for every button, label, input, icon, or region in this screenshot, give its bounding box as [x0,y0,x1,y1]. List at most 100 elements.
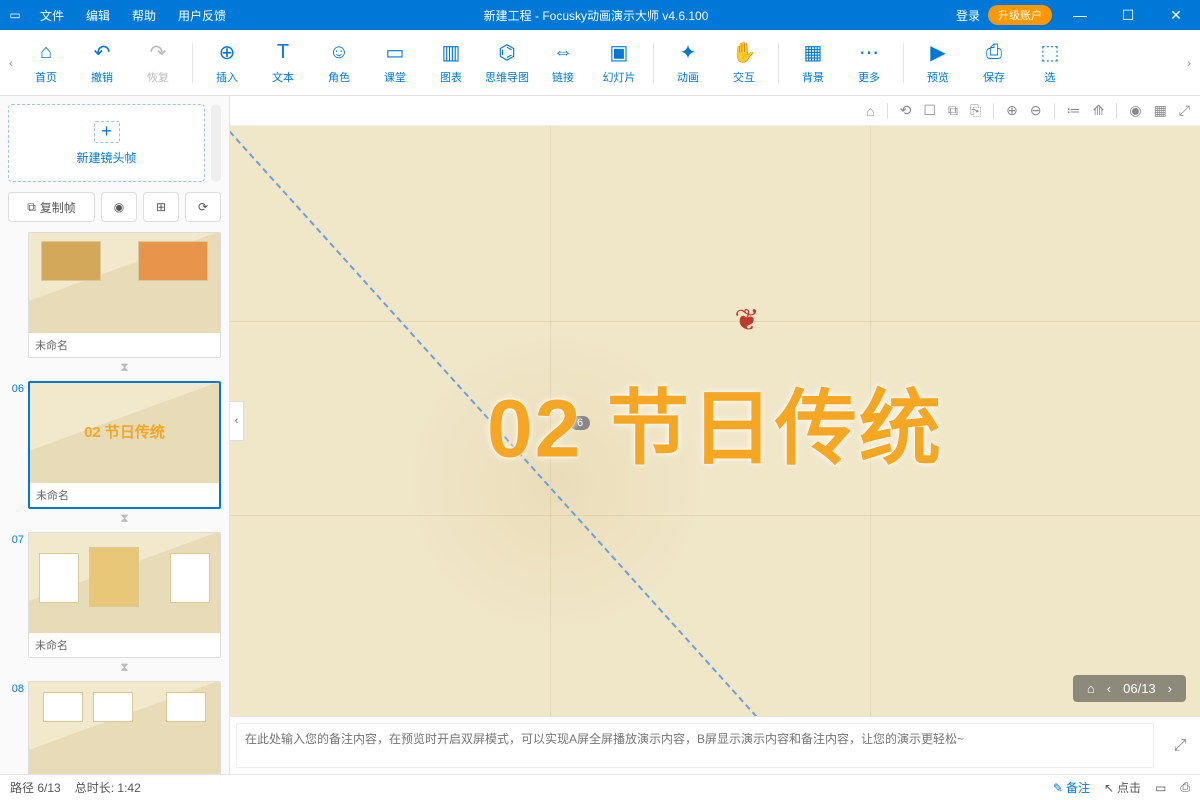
transition-icon[interactable]: ⧗ [28,360,221,375]
minimize-button[interactable]: — [1060,7,1100,23]
thumbnail-0[interactable]: 未命名⧗ [8,232,221,375]
canvas-tool-icon[interactable]: ◉ [1129,102,1141,119]
canvas-tool-icon[interactable]: ⊕ [1006,102,1018,119]
toolbar-scroll-left[interactable]: ‹ [4,56,18,70]
预览-icon: ▶ [930,41,945,65]
canvas-tool-icon[interactable]: ⊖ [1030,102,1042,119]
canvas-tool-icon[interactable]: ⤢ [1179,102,1190,119]
toolbar-图表[interactable]: ▥图表 [423,33,479,93]
thumbnail-list: 未命名⧗0602 节日传统未命名⧗07未命名⧗08未命名 [8,232,221,774]
transition-icon[interactable]: ⧗ [28,660,221,675]
toolbar-角色[interactable]: ☺角色 [311,33,367,93]
sidebar-scrollbar[interactable] [211,104,221,182]
toolbar-保存[interactable]: ⎙保存 [966,33,1022,93]
login-link[interactable]: 登录 [956,7,980,24]
camera-icon: ◉ [114,200,124,214]
canvas-tool-icon[interactable]: ⟲ [900,102,912,119]
menu-bar: 文件 编辑 帮助 用户反馈 [30,7,236,24]
toolbar-更多[interactable]: ⋯更多 [841,33,897,93]
canvas-tool-icon[interactable]: ⟰ [1093,102,1105,119]
pencil-icon: ✎ [1053,781,1063,795]
toolbar-背景[interactable]: ▦背景 [785,33,841,93]
撤销-icon: ↶ [94,41,111,65]
prev-page-button[interactable]: ‹ [1107,681,1111,696]
toolbar-首页[interactable]: ⌂首页 [18,33,74,93]
canvas[interactable]: ❦ 6 02 节日传统 ‹ ⌂ ‹ 06/13 › [230,126,1200,716]
home-icon[interactable]: ⌂ [1087,681,1095,696]
close-button[interactable]: ✕ [1156,7,1196,24]
toolbar-恢复[interactable]: ↷恢复 [130,33,186,93]
选-icon: ⬚ [1041,41,1060,65]
toolbar-文本[interactable]: T文本 [255,33,311,93]
copy-frame-button[interactable]: ⧉ 复制帧 [8,192,95,222]
背景-icon: ▦ [804,41,823,65]
toolbar-课堂[interactable]: ▭课堂 [367,33,423,93]
toolbar-scroll-right[interactable]: › [1182,56,1196,70]
notes-panel: ⤢ [230,716,1200,774]
qr-icon: ⊞ [156,200,166,214]
copy-frame-label: 复制帧 [40,199,76,216]
flower-icon: ❦ [734,303,759,338]
toolbar-交互[interactable]: ✋交互 [716,33,772,93]
canvas-tool-icon[interactable]: ⧉ [948,102,958,119]
camera-button[interactable]: ◉ [101,192,137,222]
toolbar-预览[interactable]: ▶预览 [910,33,966,93]
copy-icon: ⧉ [27,200,36,215]
collapse-sidebar-button[interactable]: ‹ [230,401,244,441]
canvas-tool-icon[interactable]: ⌂ [866,103,874,119]
保存-icon: ⎙ [986,41,1002,65]
slide-title[interactable]: 02 节日传统 [487,362,943,481]
status-icon-2[interactable]: ⎙ [1180,780,1190,795]
cursor-icon: ↖ [1104,781,1114,795]
canvas-toolbar: ⌂ ⟲ ☐ ⧉ ⎘ ⊕ ⊖ ≔ ⟰ ◉ ▦ ⤢ [230,96,1200,126]
refresh-icon: ⟳ [198,200,208,214]
thumbnail-06[interactable]: 0602 节日传统未命名⧗ [8,381,221,526]
qrcode-button[interactable]: ⊞ [143,192,179,222]
remark-button[interactable]: ✎备注 [1053,779,1090,796]
titlebar: ▭ 文件 编辑 帮助 用户反馈 新建工程 - Focusky动画演示大师 v4.… [0,0,1200,30]
toolbar: ‹ ⌂首页↶撤销↷恢复⊕插入T文本☺角色▭课堂▥图表⌬思维导图⇔链接▣幻灯片✦动… [0,30,1200,96]
path-status: 路径 6/13 [10,779,61,796]
toolbar-选[interactable]: ⬚选 [1022,33,1078,93]
next-page-button[interactable]: › [1168,681,1172,696]
expand-notes-button[interactable]: ⤢ [1160,717,1200,774]
click-button[interactable]: ↖点击 [1104,779,1141,796]
window-title: 新建工程 - Focusky动画演示大师 v4.6.100 [236,7,956,24]
toolbar-插入[interactable]: ⊕插入 [199,33,255,93]
menu-feedback[interactable]: 用户反馈 [168,7,236,24]
thumbnail-08[interactable]: 08未命名 [8,681,221,774]
upgrade-button[interactable]: 升级账户 [988,5,1052,25]
canvas-tool-icon[interactable]: ▦ [1154,102,1167,119]
duration-status: 总时长: 1:42 [75,779,141,796]
status-bar: 路径 6/13 总时长: 1:42 ✎备注 ↖点击 ▭ ⎙ [0,774,1200,800]
toolbar-动画[interactable]: ✦动画 [660,33,716,93]
refresh-button[interactable]: ⟳ [185,192,221,222]
transition-icon[interactable]: ⧗ [28,511,221,526]
notes-input[interactable] [236,723,1154,768]
canvas-area: ⌂ ⟲ ☐ ⧉ ⎘ ⊕ ⊖ ≔ ⟰ ◉ ▦ ⤢ ❦ 6 02 节日传统 ‹ ⌂ ‹ 06/13 › ⤢ [230,96,1200,774]
canvas-tool-icon[interactable]: ≔ [1067,102,1081,119]
canvas-tool-icon[interactable]: ⎘ [970,102,981,119]
page-indicator: ⌂ ‹ 06/13 › [1073,675,1186,702]
sidebar: + 新建镜头帧 ⧉ 复制帧 ◉ ⊞ ⟳ 未命名⧗0602 节日传统未命名⧗07未… [0,96,230,774]
canvas-tool-icon[interactable]: ☐ [923,102,936,119]
链接-icon: ⇔ [553,41,573,65]
maximize-button[interactable]: ☐ [1108,7,1148,24]
角色-icon: ☺ [329,41,349,65]
toolbar-撤销[interactable]: ↶撤销 [74,33,130,93]
课堂-icon: ▭ [386,41,405,65]
menu-file[interactable]: 文件 [30,7,74,24]
toolbar-链接[interactable]: ⇔链接 [535,33,591,93]
toolbar-思维导图[interactable]: ⌬思维导图 [479,33,535,93]
app-icon: ▭ [0,8,30,22]
恢复-icon: ↷ [150,41,167,65]
thumbnail-07[interactable]: 07未命名⧗ [8,532,221,675]
插入-icon: ⊕ [219,41,236,65]
menu-help[interactable]: 帮助 [122,7,166,24]
new-frame-button[interactable]: + 新建镜头帧 [8,104,205,182]
plus-icon: + [94,121,120,143]
首页-icon: ⌂ [40,41,52,65]
menu-edit[interactable]: 编辑 [76,7,120,24]
status-icon-1[interactable]: ▭ [1155,781,1166,795]
toolbar-幻灯片[interactable]: ▣幻灯片 [591,33,647,93]
